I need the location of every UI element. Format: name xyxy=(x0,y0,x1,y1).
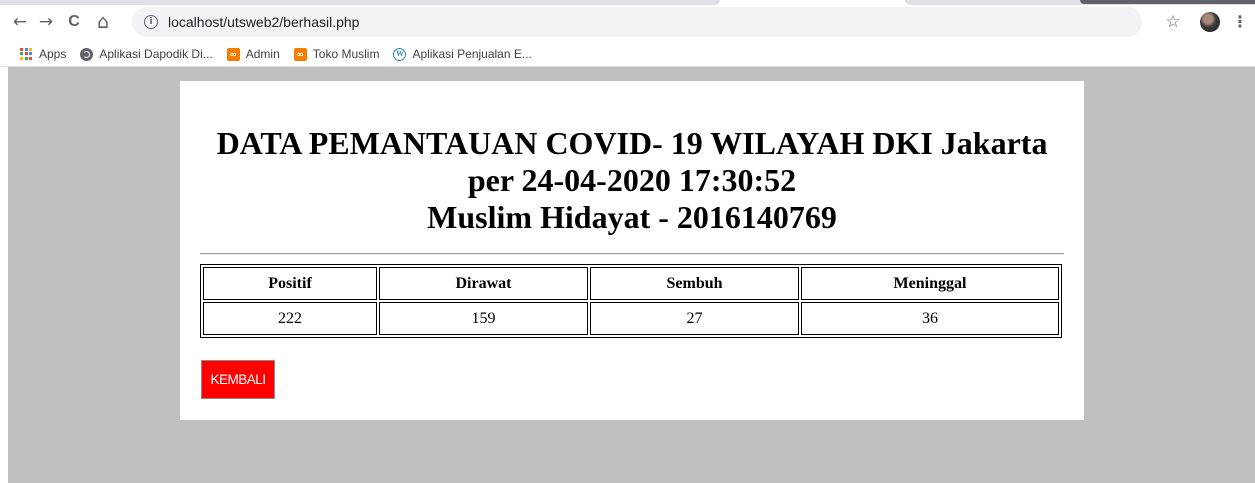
header-dirawat: Dirawat xyxy=(379,267,588,300)
bookmark-label: Aplikasi Penjualan E... xyxy=(412,47,532,61)
kembali-button[interactable]: KEMBALI xyxy=(201,360,275,399)
home-icon[interactable]: ⌂ xyxy=(91,10,115,34)
bookmark-label: Aplikasi Dapodik Di... xyxy=(99,47,213,61)
apps-icon xyxy=(20,47,33,61)
bookmark-star-icon[interactable]: ☆ xyxy=(1162,10,1184,34)
url-input[interactable] xyxy=(168,7,1068,37)
bookmark-label: Apps xyxy=(39,47,67,61)
info-icon[interactable]: i xyxy=(144,15,158,29)
covid-stats-table: Positif Dirawat Sembuh Meninggal 222 159… xyxy=(200,264,1062,338)
bookmarks-bar: Apps Aplikasi Dapodik Di... ∞ Admin ∞ To… xyxy=(0,42,1255,67)
tab-strip-segment xyxy=(0,0,720,5)
address-bar[interactable]: i xyxy=(132,7,1142,37)
globe-icon xyxy=(80,47,94,61)
cell-sembuh: 27 xyxy=(590,302,799,335)
table-header-row: Positif Dirawat Sembuh Meninggal xyxy=(203,267,1059,300)
bookmark-aplikasi-penjualan[interactable]: W Aplikasi Penjualan E... xyxy=(386,42,538,66)
bookmark-toko-muslim[interactable]: ∞ Toko Muslim xyxy=(287,42,387,66)
horizontal-rule xyxy=(200,253,1064,255)
bookmark-apps[interactable]: Apps xyxy=(0,42,73,66)
cell-meninggal: 36 xyxy=(801,302,1059,335)
browser-menu-icon[interactable]: ⋮ xyxy=(1232,10,1248,34)
content-container: DATA PEMANTAUAN COVID- 19 WILAYAH DKI Ja… xyxy=(180,81,1084,420)
cell-positif: 222 xyxy=(203,302,377,335)
title-line-date: per 24-04-2020 17:30:52 xyxy=(467,162,797,198)
tab-strip-segment xyxy=(1080,0,1255,4)
back-arrow-icon[interactable]: ← xyxy=(8,10,32,34)
xampp-icon: ∞ xyxy=(226,47,240,61)
bookmark-label: Admin xyxy=(245,47,280,61)
page-viewport: DATA PEMANTAUAN COVID- 19 WILAYAH DKI Ja… xyxy=(0,67,1255,483)
header-sembuh: Sembuh xyxy=(590,267,799,300)
header-positif: Positif xyxy=(203,267,377,300)
xampp-icon: ∞ xyxy=(293,47,307,61)
header-meninggal: Meninggal xyxy=(801,267,1059,300)
title-line-heading: DATA PEMANTAUAN COVID- 19 WILAYAH DKI Ja… xyxy=(216,125,1048,161)
browser-toolbar: ← → C ⌂ i ☆ ⋮ xyxy=(0,6,1255,40)
forward-arrow-icon[interactable]: → xyxy=(34,10,58,34)
bookmark-admin[interactable]: ∞ Admin xyxy=(220,42,287,66)
table-row: 222 159 27 36 xyxy=(203,302,1059,335)
page-title: DATA PEMANTAUAN COVID- 19 WILAYAH DKI Ja… xyxy=(180,125,1084,236)
profile-avatar[interactable] xyxy=(1200,12,1220,32)
reload-icon[interactable]: C xyxy=(62,10,86,34)
bookmark-aplikasi-dapodik[interactable]: Aplikasi Dapodik Di... xyxy=(73,42,219,66)
page-gutter xyxy=(0,67,8,483)
wordpress-icon: W xyxy=(393,47,407,61)
bookmark-label: Toko Muslim xyxy=(312,47,380,61)
cell-dirawat: 159 xyxy=(379,302,588,335)
title-line-author: Muslim Hidayat - 2016140769 xyxy=(427,199,837,235)
